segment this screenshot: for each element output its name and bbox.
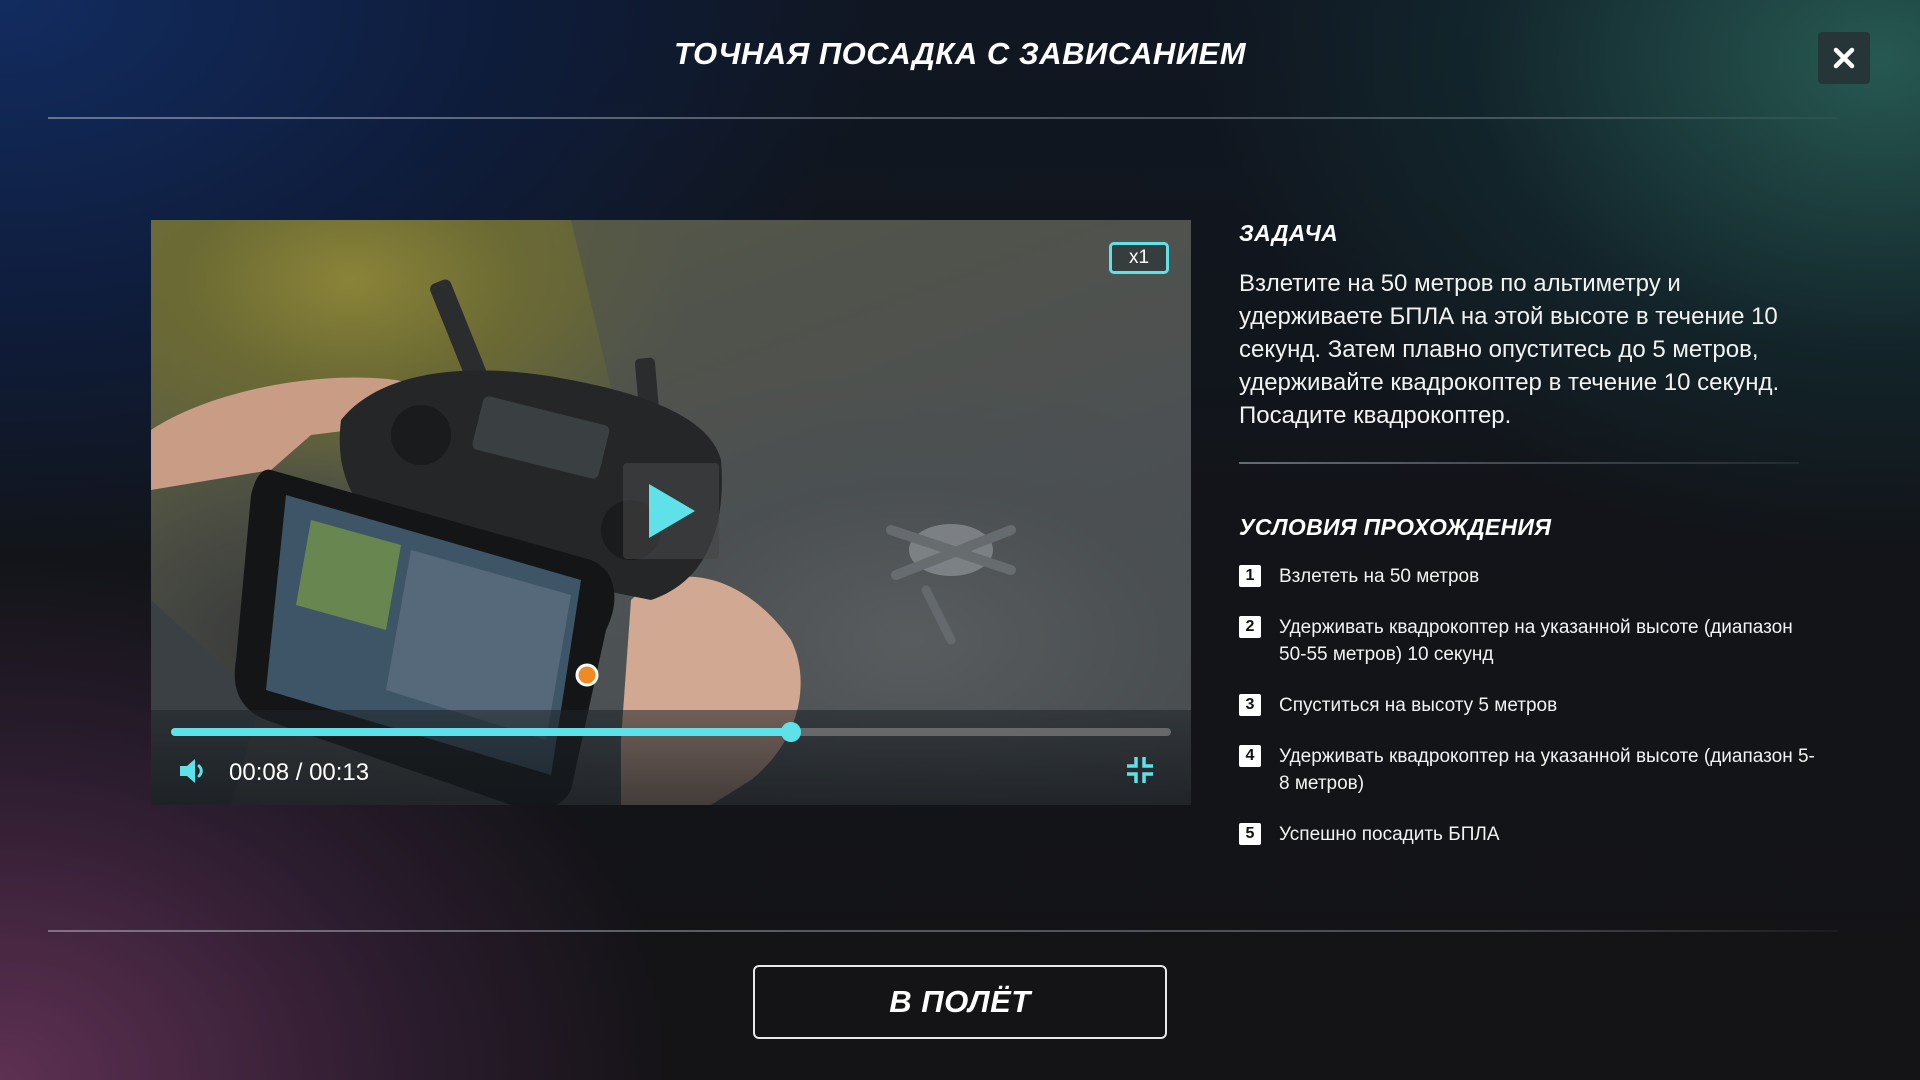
conditions-heading: УСЛОВИЯ ПРОХОЖДЕНИЯ [1239, 514, 1552, 540]
condition-number: 4 [1239, 745, 1261, 767]
playback-speed-badge[interactable]: x1 [1109, 242, 1169, 274]
condition-number: 2 [1239, 616, 1261, 638]
condition-item: 4 Удерживать квадрокоптер на указанной в… [1239, 743, 1819, 797]
task-description: Взлетите на 50 метров по альтиметру и уд… [1239, 270, 1780, 429]
conditions-list: 1 Взлететь на 50 метров 2 Удерживать ква… [1239, 563, 1819, 848]
condition-text: Спуститься на высоту 5 метров [1279, 695, 1558, 716]
video-controls: 00:08 / 00:13 [151, 710, 1191, 805]
progress-handle[interactable] [781, 722, 801, 742]
close-button[interactable] [1818, 32, 1870, 84]
task-panel: ЗАДАЧА Взлетите на 50 метров по альтимет… [1239, 220, 1819, 872]
progress-bar[interactable] [171, 722, 1171, 742]
exit-fullscreen-icon[interactable] [1125, 755, 1155, 785]
panel-divider [1239, 462, 1799, 464]
close-icon [1833, 47, 1855, 69]
task-heading: ЗАДАЧА [1239, 220, 1339, 246]
footer-divider [48, 930, 1838, 932]
condition-text: Удерживать квадрокоптер на указанной выс… [1279, 746, 1815, 794]
start-flight-button[interactable]: В ПОЛЁТ [753, 965, 1167, 1039]
play-button[interactable] [623, 463, 719, 559]
page-title: ТОЧНАЯ ПОСАДКА С ЗАВИСАНИЕМ [673, 36, 1247, 71]
condition-number: 5 [1239, 823, 1261, 845]
condition-item: 5 Успешно посадить БПЛА [1239, 821, 1819, 848]
condition-item: 1 Взлететь на 50 метров [1239, 563, 1819, 590]
video-player[interactable]: x1 00:08 / 00:13 [151, 220, 1191, 805]
progress-fill [171, 728, 791, 736]
condition-item: 3 Спуститься на высоту 5 метров [1239, 692, 1819, 719]
play-icon [649, 484, 695, 538]
condition-item: 2 Удерживать квадрокоптер на указанной в… [1239, 614, 1819, 668]
time-display: 00:08 / 00:13 [229, 759, 370, 786]
condition-text: Удерживать квадрокоптер на указанной выс… [1279, 617, 1793, 665]
condition-text: Успешно посадить БПЛА [1279, 824, 1500, 845]
header-divider [48, 117, 1838, 119]
condition-number: 1 [1239, 565, 1261, 587]
condition-text: Взлететь на 50 метров [1279, 566, 1480, 587]
condition-number: 3 [1239, 694, 1261, 716]
volume-icon[interactable] [177, 756, 207, 786]
